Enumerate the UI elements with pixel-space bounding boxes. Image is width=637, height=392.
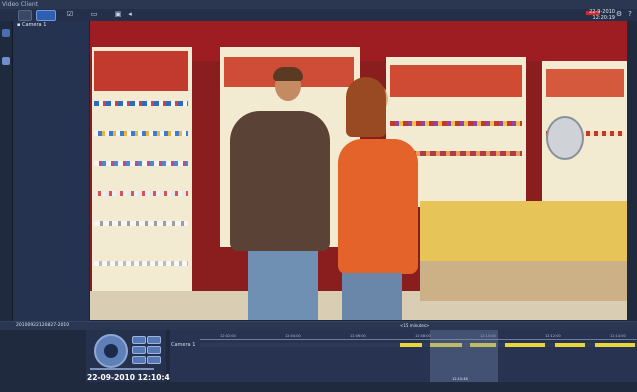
camera-item-label: Camera 1	[21, 22, 47, 28]
prev-event-button[interactable]	[132, 356, 146, 364]
help-icon[interactable]: ?	[626, 10, 634, 18]
video-scene-products	[94, 191, 188, 196]
right-scrollbar[interactable]	[627, 21, 637, 321]
video-scene-sign	[94, 51, 188, 91]
layout-1x1-button[interactable]	[18, 10, 32, 21]
timeline-zoom-label[interactable]: <15 minutes>	[400, 323, 429, 328]
timeline[interactable]: Camera 1 12:02:00 12:04:00 12:06:00 12:0…	[170, 330, 637, 382]
recording-segment[interactable]	[505, 343, 545, 347]
video-scene-man-sweater	[230, 111, 330, 251]
timeline-selection[interactable]: 12:10:48	[430, 330, 498, 382]
video-scene-products	[94, 221, 188, 226]
playback-datetime-text: 22-09-2010 12:10:48	[87, 373, 175, 382]
timeline-tick: 12:02:00	[220, 334, 236, 338]
recording-segment[interactable]	[400, 343, 422, 347]
timeline-tick: 12:08:00	[415, 334, 431, 338]
camera-list-item[interactable]: ▪ Camera 1	[17, 22, 46, 28]
playback-datetime: 22-09-2010 12:10:48 ⧉	[87, 373, 183, 383]
recording-track[interactable]	[200, 343, 637, 347]
jog-dial[interactable]	[94, 334, 128, 368]
timeline-tick: 12:14:00	[610, 334, 626, 338]
play-icon	[104, 344, 118, 358]
step-back-button[interactable]	[132, 336, 146, 344]
timeline-ruler: 12:02:00 12:04:00 12:06:00 12:08:00 12:1…	[200, 334, 637, 340]
timeline-tick: 12:12:00	[545, 334, 561, 338]
video-scene-woman-hair	[346, 77, 386, 137]
timeline-tick: 12:04:00	[285, 334, 301, 338]
video-scene-woman-jacket	[338, 139, 418, 274]
playback-header: 20100922120827-2010 <15 minutes>	[0, 322, 637, 330]
video-scene-products	[94, 101, 188, 106]
next-event-button[interactable]	[147, 356, 161, 364]
step-forward-button[interactable]	[147, 336, 161, 344]
checkbox-icon[interactable]: ☑	[66, 10, 74, 18]
camera-panel: ▪ Camera 1	[13, 21, 89, 321]
volume-icon[interactable]: ◂	[126, 10, 134, 18]
video-scene-products	[94, 261, 188, 266]
timeline-cursor-label: 12:10:48	[452, 377, 468, 381]
speed-slider[interactable]	[90, 368, 154, 370]
layout-grid-button[interactable]	[36, 10, 56, 21]
video-scene-woman-jeans	[342, 273, 402, 320]
camera-tree-icon[interactable]	[2, 29, 10, 37]
video-scene-man-hair	[273, 67, 303, 81]
left-nav	[0, 21, 13, 321]
pin-icon[interactable]	[2, 57, 10, 65]
recording-segment[interactable]	[595, 343, 635, 347]
video-scene-sign	[390, 65, 522, 97]
video-scene-mirror	[546, 116, 584, 160]
video-scene-sign	[546, 69, 624, 97]
recording-segment[interactable]	[555, 343, 585, 347]
window-title: Video Client	[2, 1, 39, 8]
video-scene-products	[390, 121, 522, 126]
fast-forward-button[interactable]	[147, 346, 161, 354]
playback-panel: 20100922120827-2010 <15 minutes> 22-09-2…	[0, 321, 637, 392]
video-scene-counter	[420, 201, 627, 261]
video-scene-man-jeans	[248, 251, 318, 320]
video-view[interactable]	[90, 21, 627, 320]
video-scene-display	[420, 261, 627, 301]
settings-icon[interactable]: ⚙	[615, 10, 623, 18]
export-icon[interactable]: ▣	[114, 10, 122, 18]
video-scene-products	[94, 161, 188, 166]
video-scene-products	[94, 131, 188, 136]
timeline-camera-label: Camera 1	[171, 342, 196, 348]
recording-file-label: 20100922120827-2010	[16, 323, 70, 328]
rewind-button[interactable]	[132, 346, 146, 354]
window-titlebar: Video Client	[0, 0, 637, 9]
timeline-tick: 12:06:00	[350, 334, 366, 338]
bookmark-icon[interactable]: ▭	[90, 10, 98, 18]
system-clock: 22-9-2010 12:20:19	[589, 9, 615, 21]
